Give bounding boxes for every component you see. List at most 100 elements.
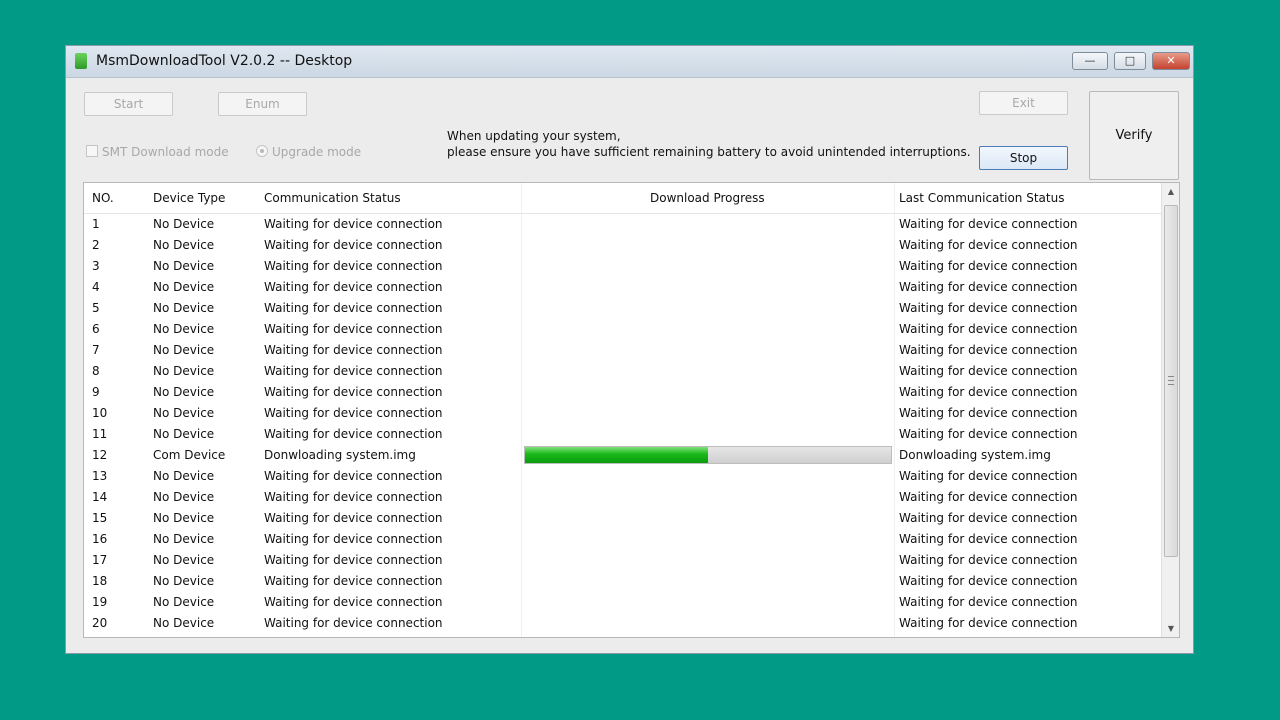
header-no[interactable]: NO.	[92, 191, 114, 205]
last-communication-status: Waiting for device connection	[899, 616, 1078, 630]
scroll-down-icon[interactable]: ▼	[1162, 620, 1179, 637]
row-number: 6	[92, 322, 100, 336]
last-communication-status: Waiting for device connection	[899, 364, 1078, 378]
table-row[interactable]: 7 No Device Waiting for device connection W…	[84, 340, 1161, 361]
row-number: 16	[92, 532, 108, 546]
header-communication-status[interactable]: Communication Status	[264, 191, 401, 205]
row-number: 19	[92, 595, 108, 609]
last-communication-status: Waiting for device connection	[899, 322, 1078, 336]
row-number: 1	[92, 217, 100, 231]
row-number: 13	[92, 469, 108, 483]
device-type: No Device	[153, 259, 215, 273]
last-communication-status: Waiting for device connection	[899, 406, 1078, 420]
window-title: MsmDownloadTool V2.0.2 -- Desktop	[96, 53, 353, 69]
row-number: 9	[92, 385, 100, 399]
communication-status: Waiting for device connection	[264, 532, 443, 546]
smt-mode-label: SMT Download mode	[102, 145, 229, 159]
table-row[interactable]: 11 No Device Waiting for device connection…	[84, 424, 1161, 445]
table-row[interactable]: 5 No Device Waiting for device connection W…	[84, 298, 1161, 319]
table-row[interactable]: 6 No Device Waiting for device connection W…	[84, 319, 1161, 340]
row-number: 2	[92, 238, 100, 252]
header-last-communication-status[interactable]: Last Communication Status	[899, 191, 1064, 205]
download-progress-fill	[525, 447, 708, 463]
communication-status: Waiting for device connection	[264, 217, 443, 231]
last-communication-status: Waiting for device connection	[899, 469, 1078, 483]
last-communication-status: Waiting for device connection	[899, 385, 1078, 399]
device-type: No Device	[153, 553, 215, 567]
table-row[interactable]: 16 No Device Waiting for device connection…	[84, 529, 1161, 550]
maximize-button[interactable]: □	[1114, 52, 1146, 70]
device-type: No Device	[153, 322, 215, 336]
verify-button[interactable]: Verify	[1089, 91, 1179, 180]
row-number: 17	[92, 553, 108, 567]
table-row[interactable]: 19 No Device Waiting for device connection…	[84, 592, 1161, 613]
scroll-up-icon[interactable]: ▲	[1162, 183, 1179, 200]
exit-button[interactable]: Exit	[979, 91, 1068, 115]
last-communication-status: Waiting for device connection	[899, 280, 1078, 294]
last-communication-status: Donwloading system.img	[899, 448, 1051, 462]
communication-status: Waiting for device connection	[264, 301, 443, 315]
app-window: MsmDownloadTool V2.0.2 -- Desktop — □ ✕ …	[65, 45, 1194, 654]
row-number: 18	[92, 574, 108, 588]
row-number: 20	[92, 616, 108, 630]
device-type: No Device	[153, 427, 215, 441]
minimize-button[interactable]: —	[1072, 52, 1108, 70]
table-header: NO. Device Type Communication Status Dow…	[84, 183, 1161, 214]
communication-status: Waiting for device connection	[264, 385, 443, 399]
row-number: 10	[92, 406, 108, 420]
download-progress-bar	[524, 446, 892, 464]
last-communication-status: Waiting for device connection	[899, 238, 1078, 252]
communication-status: Waiting for device connection	[264, 469, 443, 483]
communication-status: Waiting for device connection	[264, 490, 443, 504]
row-number: 15	[92, 511, 108, 525]
table-row[interactable]: 12 Com Device Donwloading system.img Donwlo…	[84, 445, 1161, 466]
table-row[interactable]: 4 No Device Waiting for device connection W…	[84, 277, 1161, 298]
enum-button[interactable]: Enum	[218, 92, 307, 116]
row-number: 12	[92, 448, 108, 462]
communication-status: Waiting for device connection	[264, 595, 443, 609]
last-communication-status: Waiting for device connection	[899, 259, 1078, 273]
table-row[interactable]: 8 No Device Waiting for device connection W…	[84, 361, 1161, 382]
last-communication-status: Waiting for device connection	[899, 574, 1078, 588]
upgrade-mode-label: Upgrade mode	[272, 145, 362, 159]
vertical-scrollbar[interactable]: ▲ ▼	[1161, 183, 1179, 637]
start-button[interactable]: Start	[84, 92, 173, 116]
device-type: Com Device	[153, 448, 226, 462]
header-device-type[interactable]: Device Type	[153, 191, 225, 205]
battery-notice: When updating your system, please ensure…	[447, 128, 971, 160]
communication-status: Waiting for device connection	[264, 238, 443, 252]
upgrade-mode-radio[interactable]: Upgrade mode	[256, 145, 361, 159]
table-row[interactable]: 3 No Device Waiting for device connection W…	[84, 256, 1161, 277]
table-row[interactable]: 1 No Device Waiting for device connection W…	[84, 214, 1161, 235]
table-row[interactable]: 17 No Device Waiting for device connection…	[84, 550, 1161, 571]
table-row[interactable]: 14 No Device Waiting for device connection…	[84, 487, 1161, 508]
device-type: No Device	[153, 385, 215, 399]
checkbox-icon	[86, 145, 98, 157]
communication-status: Waiting for device connection	[264, 511, 443, 525]
table-row[interactable]: 9 No Device Waiting for device connection W…	[84, 382, 1161, 403]
device-type: No Device	[153, 574, 215, 588]
table-row[interactable]: 2 No Device Waiting for device connection W…	[84, 235, 1161, 256]
smt-download-mode-checkbox[interactable]: SMT Download mode	[86, 145, 229, 159]
communication-status: Waiting for device connection	[264, 553, 443, 567]
table-row[interactable]: 10 No Device Waiting for device connection…	[84, 403, 1161, 424]
table-row[interactable]: 20 No Device Waiting for device connection…	[84, 613, 1161, 634]
last-communication-status: Waiting for device connection	[899, 343, 1078, 357]
device-type: No Device	[153, 469, 215, 483]
communication-status: Waiting for device connection	[264, 343, 443, 357]
radio-icon	[256, 145, 268, 157]
table-row[interactable]: 15 No Device Waiting for device connection…	[84, 508, 1161, 529]
communication-status: Waiting for device connection	[264, 280, 443, 294]
row-number: 8	[92, 364, 100, 378]
header-download-progress[interactable]: Download Progress	[650, 191, 765, 205]
table-row[interactable]: 13 No Device Waiting for device connection…	[84, 466, 1161, 487]
table-row[interactable]: 18 No Device Waiting for device connection…	[84, 571, 1161, 592]
title-bar[interactable]: MsmDownloadTool V2.0.2 -- Desktop — □ ✕	[66, 46, 1193, 78]
device-list[interactable]: NO. Device Type Communication Status Dow…	[83, 182, 1180, 638]
stop-button[interactable]: Stop	[979, 146, 1068, 170]
row-number: 5	[92, 301, 100, 315]
scroll-thumb[interactable]	[1164, 205, 1178, 557]
row-number: 3	[92, 259, 100, 273]
device-type: No Device	[153, 217, 215, 231]
close-button[interactable]: ✕	[1152, 52, 1190, 70]
